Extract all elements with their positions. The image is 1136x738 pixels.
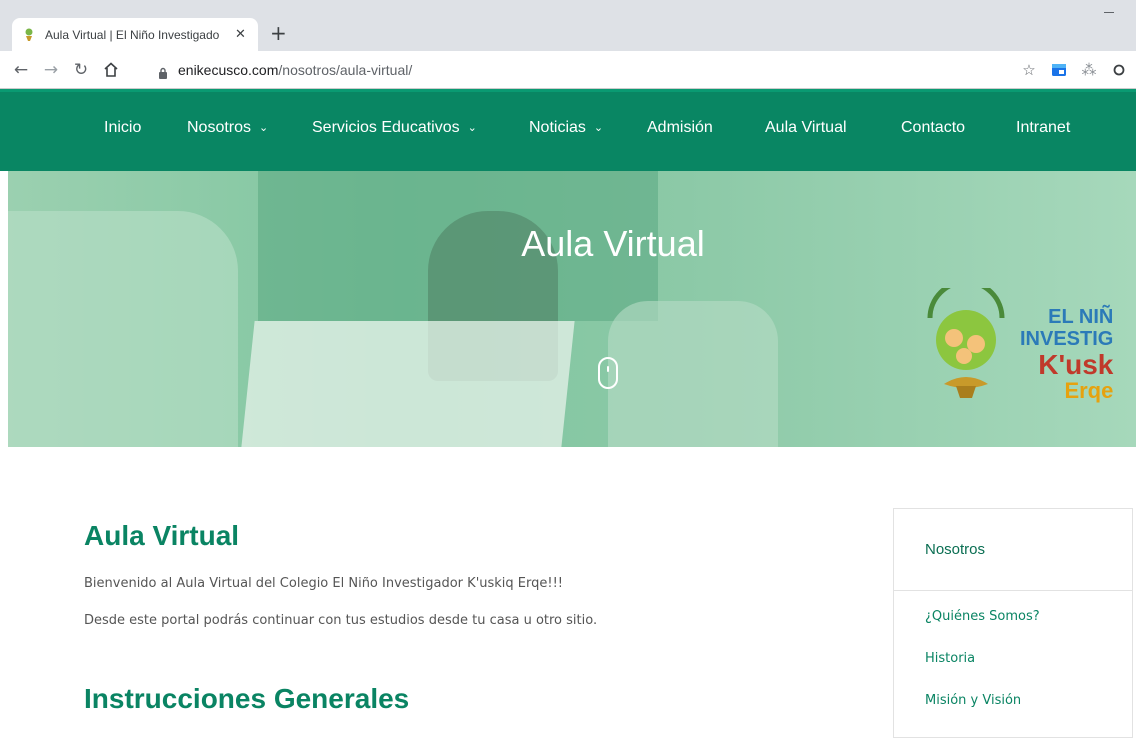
new-tab-button[interactable]: + bbox=[270, 23, 287, 43]
sidebar-menu: Nosotros ¿Quiénes Somos? Historia Misión… bbox=[893, 508, 1133, 738]
logo-line: INVESTIG bbox=[1020, 328, 1114, 350]
intro-paragraph: Desde este portal podrás continuar con t… bbox=[84, 613, 598, 628]
nav-item-contacto[interactable]: Contacto bbox=[901, 119, 965, 137]
sidebar-heading: Nosotros bbox=[894, 509, 1132, 591]
nav-item-nosotros[interactable]: Nosotros ⌄ bbox=[187, 119, 268, 137]
sidebar-link-historia[interactable]: Historia bbox=[925, 651, 975, 666]
url-host: enikecusco.com bbox=[178, 62, 279, 78]
school-logo-text: EL NIÑ INVESTIG K'usk Erqe bbox=[1020, 306, 1113, 402]
address-bar[interactable]: enikecusco.com/nosotros/aula-virtual/ bbox=[148, 56, 1016, 84]
nav-item-label: Nosotros bbox=[187, 119, 252, 136]
nav-item-aula-virtual[interactable]: Aula Virtual bbox=[765, 119, 847, 137]
hero-laptop-shape bbox=[241, 321, 575, 447]
reload-icon[interactable]: ↻ bbox=[70, 59, 92, 81]
nav-item-label: Inicio bbox=[104, 119, 142, 136]
nav-item-inicio[interactable]: Inicio bbox=[104, 119, 141, 137]
nav-item-label: Admisión bbox=[647, 119, 713, 136]
chevron-down-icon: ⌄ bbox=[259, 122, 269, 134]
back-arrow-icon[interactable]: ← bbox=[10, 59, 32, 81]
home-icon[interactable] bbox=[100, 59, 122, 81]
page-title: Aula Virtual bbox=[84, 520, 240, 551]
nav-item-noticias[interactable]: Noticias ⌄ bbox=[529, 119, 603, 137]
browser-tab[interactable]: Aula Virtual | El Niño Investigado ✕ bbox=[12, 18, 258, 51]
nav-item-label: Aula Virtual bbox=[765, 119, 847, 136]
nav-item-label: Intranet bbox=[1016, 119, 1071, 136]
nav-item-admision[interactable]: Admisión bbox=[647, 119, 713, 137]
browser-tab-bar: Aula Virtual | El Niño Investigado ✕ + bbox=[0, 0, 1136, 51]
logo-line: K'usk bbox=[1038, 349, 1114, 380]
site-navigation: Inicio Nosotros ⌄ Servicios Educativos ⌄ N… bbox=[0, 89, 1136, 171]
profile-icon[interactable] bbox=[1108, 59, 1130, 81]
lock-icon bbox=[158, 64, 168, 79]
hero-hand-shape bbox=[608, 301, 778, 447]
tab-title: Aula Virtual | El Niño Investigado bbox=[45, 27, 220, 42]
section-heading: Instrucciones Generales bbox=[84, 683, 410, 714]
bookmark-star-icon[interactable]: ☆ bbox=[1018, 59, 1040, 81]
nav-item-label: Noticias bbox=[529, 119, 586, 136]
forward-arrow-icon[interactable]: → bbox=[40, 59, 62, 81]
hero-title: Aula Virtual bbox=[521, 223, 705, 264]
scroll-mouse-icon[interactable] bbox=[598, 357, 618, 389]
intro-paragraph: Bienvenido al Aula Virtual del Colegio E… bbox=[84, 576, 564, 591]
nav-item-label: Servicios Educativos bbox=[312, 119, 460, 136]
dropbox-icon[interactable]: ⁂ bbox=[1078, 59, 1100, 81]
site-favicon-icon bbox=[22, 28, 36, 42]
minimize-window-icon[interactable] bbox=[1104, 12, 1114, 13]
extension-icon[interactable] bbox=[1048, 59, 1070, 81]
hero-banner: Aula Virtual EL NIÑ INVESTIG K'usk Erqe bbox=[8, 171, 1136, 447]
sidebar-link-quienes-somos[interactable]: ¿Quiénes Somos? bbox=[925, 609, 1040, 624]
school-logo-icon bbox=[916, 279, 1016, 408]
chevron-down-icon: ⌄ bbox=[593, 122, 604, 134]
url-text: enikecusco.com/nosotros/aula-virtual/ bbox=[178, 62, 412, 78]
tab-close-icon[interactable]: ✕ bbox=[235, 27, 246, 42]
nav-item-label: Contacto bbox=[901, 119, 966, 136]
url-path: /nosotros/aula-virtual/ bbox=[278, 62, 413, 78]
sidebar-link-mision-vision[interactable]: Misión y Visión bbox=[925, 693, 1021, 708]
browser-toolbar: ← → ↻ enikecusco.com/nosotros/aula-virtu… bbox=[0, 51, 1136, 89]
logo-line: Erqe bbox=[1064, 378, 1114, 403]
nav-item-servicios-educativos[interactable]: Servicios Educativos ⌄ bbox=[312, 119, 477, 137]
logo-line: EL NIÑ bbox=[1048, 306, 1114, 328]
nav-item-intranet[interactable]: Intranet bbox=[1016, 119, 1070, 137]
chevron-down-icon: ⌄ bbox=[467, 122, 477, 134]
